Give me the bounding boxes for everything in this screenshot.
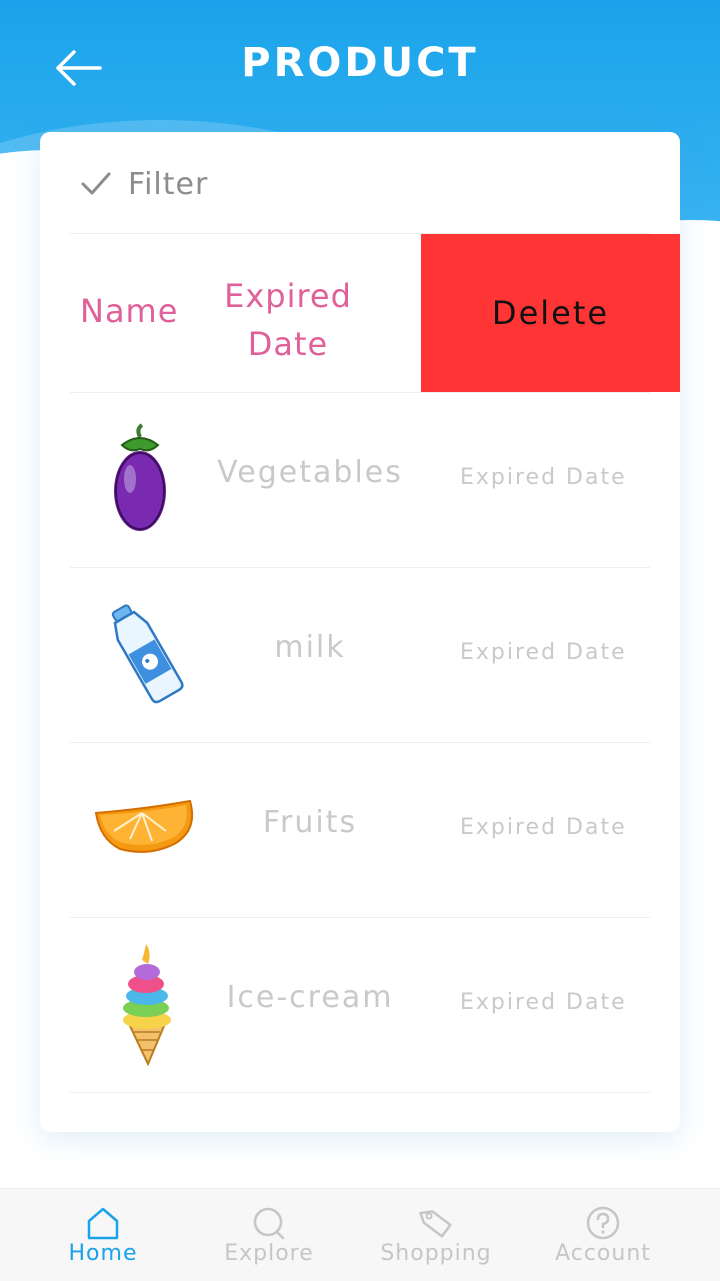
filter-button[interactable]: Filter (80, 162, 208, 206)
top-bar: PRODUCT (0, 0, 720, 132)
item-name: Fruits (262, 805, 358, 840)
item-expired-date: Expired Date (460, 465, 627, 490)
column-header-expired-line2: Date (247, 325, 329, 363)
nav-label: Account (555, 1241, 651, 1266)
nav-item-shopping[interactable]: Shopping (361, 1189, 511, 1281)
help-icon (586, 1206, 620, 1240)
check-icon (81, 172, 111, 195)
nav-item-home[interactable]: Home (28, 1189, 178, 1281)
item-name: Vegetables (217, 455, 403, 490)
list-item[interactable]: Ice-cream Expired Date (40, 918, 680, 1092)
item-name: milk (274, 630, 346, 665)
list-item[interactable]: Fruits Expired Date (40, 743, 680, 917)
delete-button[interactable]: Delete (421, 234, 680, 392)
page-title: PRODUCT (241, 40, 479, 86)
search-icon (253, 1207, 285, 1240)
column-header-name: Name (80, 292, 179, 330)
eggplant-icon (114, 423, 166, 531)
nav-item-account[interactable]: Account (528, 1189, 678, 1281)
product-card: Filter Name Expired Date Delete Vegetabl… (40, 132, 680, 1132)
item-expired-date: Expired Date (460, 640, 627, 665)
orange-slice-icon (94, 799, 194, 853)
item-name: Ice-cream (226, 980, 394, 1015)
tag-icon (419, 1210, 452, 1238)
list-item[interactable]: Vegetables Expired Date (40, 393, 680, 567)
nav-label: Home (68, 1241, 138, 1266)
column-header-expired-line1: Expired (224, 277, 352, 315)
divider (70, 1092, 650, 1093)
home-icon (87, 1207, 119, 1240)
filter-label: Filter (128, 166, 209, 202)
nav-label: Explore (224, 1241, 314, 1266)
nav-item-explore[interactable]: Explore (194, 1189, 344, 1281)
item-expired-date: Expired Date (460, 815, 627, 840)
table-header-row[interactable]: Name Expired Date Delete (40, 234, 680, 392)
bottom-navigation: Home Explore Shopping Account (0, 1188, 720, 1281)
column-header-expired-date: Expired Date (208, 272, 368, 368)
nav-label: Shopping (380, 1241, 492, 1266)
list-item[interactable]: milk Expired Date (40, 568, 680, 742)
milk-bottle-icon (111, 604, 184, 704)
item-expired-date: Expired Date (460, 990, 627, 1015)
ice-cream-icon (123, 944, 171, 1066)
